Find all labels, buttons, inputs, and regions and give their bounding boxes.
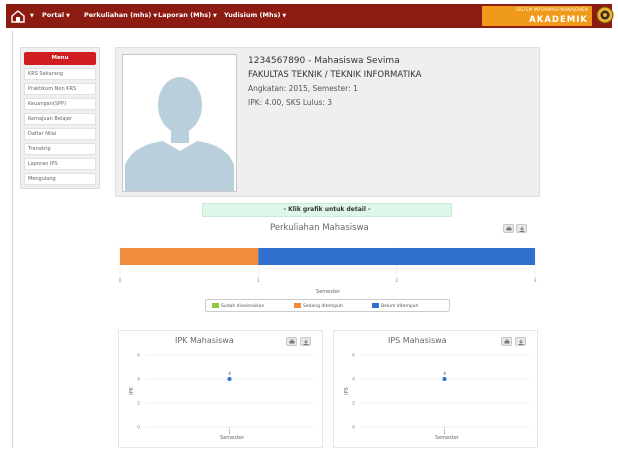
student-ipk: IPK: 4.00, SKS Lulus: 3 [248,98,333,107]
nav-portal-label: Portal [42,11,65,19]
print-button[interactable] [286,337,297,346]
side-menu: Menu KRS Sekarang Praktikum Non KRS Keua… [20,47,100,189]
top-navbar: ▼ Portal ▼ Perkuliahan (mhs) ▼ Laporan (Mh… [6,4,614,28]
student-profile-card: 1234567890 - Mahasiswa Sevima FAKULTAS T… [115,47,540,197]
brand-title: AKADEMIK [529,15,588,25]
student-photo [122,54,237,192]
y-tick-label: 0 [352,425,355,431]
data-point[interactable] [227,377,232,381]
print-button[interactable] [501,337,512,346]
page-left-border [12,30,13,448]
x-axis-label: Semester [316,289,341,295]
chart-title: IPS Mahasiswa [388,336,447,345]
legend-label: Belum ditempuh [381,304,419,309]
chevron-down-icon: ▼ [66,13,71,19]
legend-label: Sedang ditempuh [303,304,343,309]
nav-perkuliahan[interactable]: Perkuliahan (mhs) ▼ [84,11,157,21]
menu-item-laporan-ips[interactable]: Laporan IPS [24,158,96,170]
university-seal-icon [596,6,614,24]
nav-portal[interactable]: Portal ▼ [42,11,70,21]
ipk-chart-panel[interactable]: IPK Mahasiswa 02461 4 IPK Semester [118,330,323,448]
y-tick-label: 6 [137,353,140,359]
menu-item-praktikum-non-krs[interactable]: Praktikum Non KRS [24,83,96,95]
student-angkatan: Angkatan: 2015, Semester: 1 [248,84,358,93]
legend-item-sudah[interactable]: Sudah diselesaikan [212,303,264,310]
nav-laporan[interactable]: Laporan (Mhs) ▼ [158,11,217,21]
y-tick-label: 6 [352,353,355,359]
legend-swatch [294,303,301,308]
menu-item-krs-sekarang[interactable]: KRS Sekarang [24,68,96,80]
y-axis-label: IPK [129,386,135,394]
legend-item-sedang[interactable]: Sedang ditempuh [294,303,343,310]
download-icon [518,339,524,345]
ips-chart-panel[interactable]: IPS Mahasiswa 02461 4 IPS Semester [333,330,538,448]
legend-swatch [372,303,379,308]
y-tick-label: 4 [352,377,355,383]
chart-title: Perkuliahan Mahasiswa [270,223,369,233]
menu-item-kemajuan-belajar[interactable]: Kemajuan Belajar [24,113,96,125]
nav-laporan-label: Laporan (Mhs) [158,11,212,19]
data-label: 4 [443,371,446,377]
download-button[interactable] [516,224,527,233]
x-tick-label: 2 [395,278,398,284]
chart-hint: - Klik grafik untuk detail - [202,203,452,217]
legend-swatch [212,303,219,308]
student-id-name: 1234567890 - Mahasiswa Sevima [248,56,400,66]
data-point[interactable] [442,377,447,381]
download-button[interactable] [300,337,311,346]
avatar-placeholder-icon [123,55,236,191]
menu-item-daftar-nilai[interactable]: Daftar Nilai [24,128,96,140]
ipk-chart[interactable]: 02461 4 IPK Semester [119,347,324,447]
y-tick-label: 2 [352,401,355,407]
y-tick-label: 4 [137,377,140,383]
chart-legend: Sudah diselesaikan Sedang ditempuh Belum… [205,299,450,312]
print-icon [506,226,512,231]
nav-home-caret-icon[interactable]: ▼ [28,11,34,21]
data-label: 4 [228,371,231,377]
legend-label: Sudah diselesaikan [221,304,265,309]
x-tick-label: 1 [257,278,260,284]
y-tick-label: 2 [137,401,140,407]
download-icon [303,339,309,345]
x-tick-label: 0 [119,278,122,284]
print-icon [289,339,295,344]
legend-item-belum[interactable]: Belum ditempuh [372,303,418,310]
menu-header: Menu [24,52,96,65]
home-logo-icon[interactable] [10,8,26,24]
chevron-down-icon: ▼ [153,13,158,19]
menu-item-transkrip[interactable]: Transkrip [24,143,96,155]
nav-yudisium-label: Yudisium (Mhs) [224,11,281,19]
x-axis-label: Semester [220,435,245,441]
menu-item-mengulang[interactable]: Mengulang [24,173,96,185]
bar-segment-1[interactable] [120,248,259,265]
ips-chart[interactable]: 02461 4 IPS Semester [334,347,539,447]
chevron-down-icon: ▼ [282,13,287,19]
print-button[interactable] [503,224,514,233]
bar-segment-2[interactable] [258,248,535,265]
y-tick-label: 0 [137,425,140,431]
download-icon [519,226,525,232]
nav-yudisium[interactable]: Yudisium (Mhs) ▼ [224,11,286,21]
student-faculty: FAKULTAS TEKNIK / TEKNIK INFORMATIKA [248,70,422,80]
x-axis-label: Semester [435,435,460,441]
menu-item-keuangan[interactable]: Keuangan(SPP) [24,98,96,110]
x-tick-label: 3 [534,278,537,284]
chevron-down-icon: ▼ [213,13,217,19]
brand-subtitle: SISTEM INFORMASI MANAJEMEN [515,8,588,13]
chart-title: IPK Mahasiswa [175,336,234,345]
print-icon [504,339,510,344]
download-button[interactable] [515,337,526,346]
nav-perkuliahan-label: Perkuliahan (mhs) [84,11,152,19]
y-axis-label: IPS [344,387,350,395]
brand-banner: SISTEM INFORMASI MANAJEMEN AKADEMIK [482,6,592,26]
